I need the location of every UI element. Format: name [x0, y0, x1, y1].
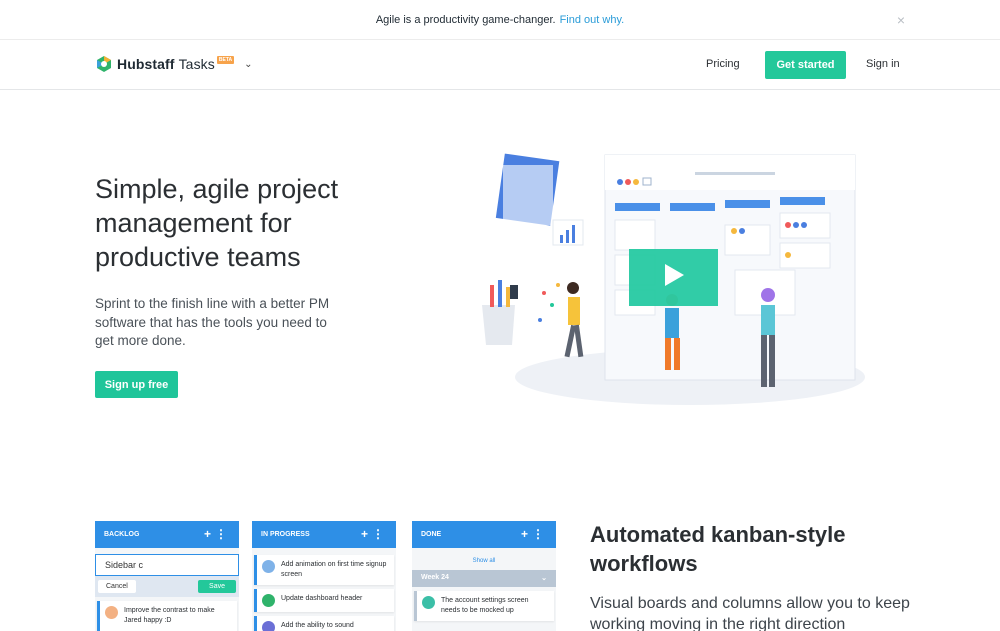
plus-icon[interactable]: + [521, 527, 532, 541]
get-started-button[interactable]: Get started [765, 51, 846, 79]
avatar [262, 621, 275, 631]
avatar [262, 594, 275, 607]
column-header: BACKLOG +⋮ [95, 521, 239, 548]
kanban-column-done: DONE +⋮ Show all Week 24 ⌄ The account s… [412, 521, 556, 631]
more-icon[interactable]: ⋮ [532, 527, 548, 541]
brand-name: Hubstaff [117, 56, 175, 72]
nav-pricing-link[interactable]: Pricing [706, 58, 740, 70]
show-all-link[interactable]: Show all [412, 548, 556, 570]
task-card[interactable]: Update dashboard header [254, 589, 394, 612]
hero-title: Simple, agile project management for pro… [95, 174, 339, 272]
video-play-button[interactable] [629, 249, 718, 306]
column-title: IN PROGRESS [261, 531, 310, 538]
plus-icon[interactable]: + [361, 527, 372, 541]
hubstaff-logo-icon [95, 55, 113, 73]
chevron-down-icon[interactable]: ⌄ [244, 59, 252, 70]
new-card-input[interactable]: Sidebar c [95, 554, 239, 576]
sign-up-free-button[interactable]: Sign up free [95, 371, 178, 398]
avatar [422, 596, 435, 609]
kanban-column-backlog: BACKLOG +⋮ Sidebar c Cancel Save Improve… [95, 521, 239, 631]
avatar [105, 606, 118, 619]
hero-illustration [440, 145, 915, 410]
column-header: DONE +⋮ [412, 521, 556, 548]
task-card[interactable]: Improve the contrast to make Jared happy… [97, 601, 237, 631]
plus-icon[interactable]: + [204, 527, 215, 541]
week-label: Week 24 [421, 574, 449, 581]
avatar [262, 560, 275, 573]
feature-subtitle: Visual boards and columns allow you to k… [590, 595, 910, 631]
more-icon[interactable]: ⋮ [372, 527, 388, 541]
task-title: Add the ability to sound [281, 622, 354, 629]
column-title: DONE [421, 531, 442, 538]
sign-in-link[interactable]: Sign in [866, 58, 900, 70]
feature-title: Automated kanban-style workflows [590, 522, 846, 576]
kanban-column-in-progress: IN PROGRESS +⋮ Add animation on first ti… [252, 521, 396, 631]
cancel-button[interactable]: Cancel [98, 580, 136, 593]
save-button[interactable]: Save [198, 580, 236, 593]
hero-subtitle: Sprint to the finish line with a better … [95, 296, 330, 348]
task-card[interactable]: The account settings screen needs to be … [414, 591, 554, 621]
announcement-text: Agile is a productivity game-changer. [375, 13, 556, 26]
close-icon[interactable]: × [897, 12, 905, 28]
task-title: Add animation on first time signup scree… [281, 561, 387, 578]
task-card[interactable]: Add animation on first time signup scree… [254, 555, 394, 585]
more-icon[interactable]: ⋮ [215, 527, 231, 541]
new-card-actions: Cancel Save [95, 576, 239, 597]
task-title: The account settings screen needs to be … [441, 597, 529, 614]
product-name: Tasks [178, 56, 215, 72]
beta-badge: BETA [216, 56, 235, 64]
task-card[interactable]: Add the ability to sound [254, 616, 394, 631]
announcement-link[interactable]: Find out why. [560, 14, 625, 26]
task-title: Update dashboard header [281, 595, 363, 602]
announcement-bar: Agile is a productivity game-changer. Fi… [0, 0, 1000, 40]
play-icon [663, 263, 685, 292]
column-header: IN PROGRESS +⋮ [252, 521, 396, 548]
task-title: Improve the contrast to make Jared happy… [124, 607, 215, 624]
week-group-header[interactable]: Week 24 ⌄ [412, 570, 556, 587]
column-title: BACKLOG [104, 531, 140, 538]
chevron-down-icon: ⌄ [541, 575, 547, 582]
top-nav: Hubstaff Tasks BETA ⌄ Pricing Get started… [0, 40, 1000, 90]
logo[interactable]: Hubstaff Tasks BETA ⌄ [95, 55, 253, 73]
